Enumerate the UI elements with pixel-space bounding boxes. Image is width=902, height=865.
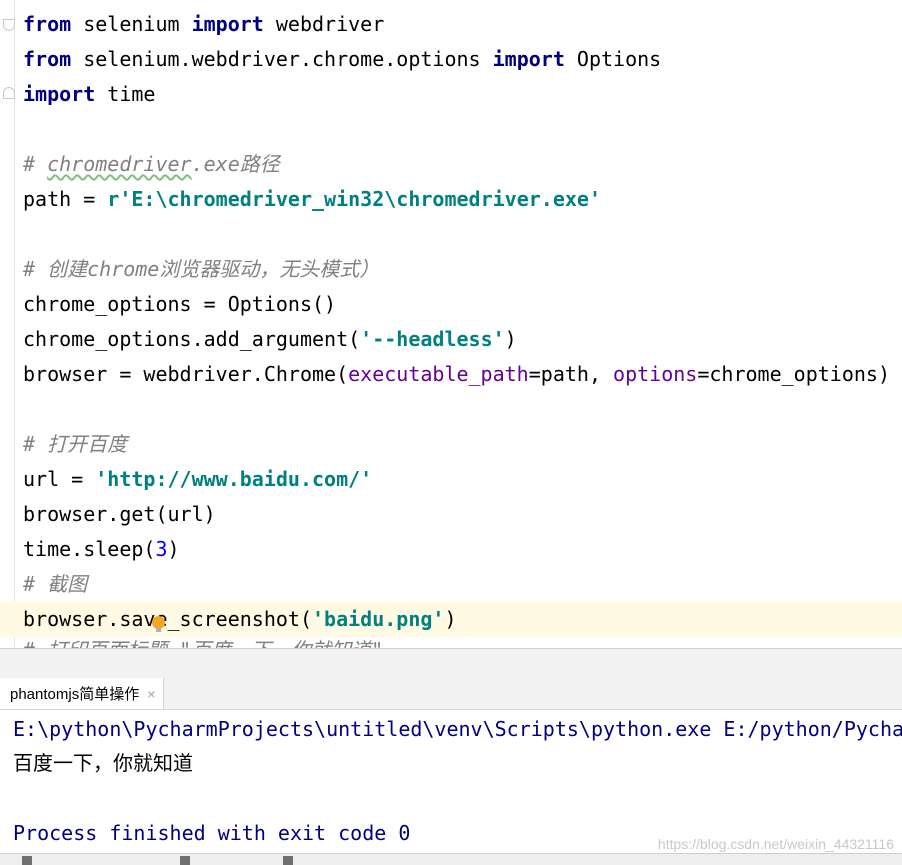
code-line-16: time.sleep(3) bbox=[23, 532, 180, 567]
comment-text: # 打印页面标题 "百度一下，你就知道" bbox=[23, 640, 383, 648]
comment-text: # 打开百度 bbox=[23, 432, 128, 456]
run-tool-window-tabs: phantomjs简单操作 × bbox=[0, 678, 902, 710]
keyword: import bbox=[191, 12, 264, 36]
code-text: browser.save_screenshot( bbox=[23, 607, 312, 631]
comment-text: # 创建chrome浏览器驱动，无头模式） bbox=[23, 257, 380, 281]
keyword: import bbox=[492, 47, 565, 71]
code-text: =chrome_options) bbox=[697, 362, 890, 386]
fold-marker-icon[interactable] bbox=[3, 19, 15, 31]
keyword: import bbox=[23, 82, 96, 106]
status-icon bbox=[22, 856, 32, 865]
code-text: chrome_options = Options() bbox=[23, 292, 337, 316]
code-text: time bbox=[95, 82, 156, 106]
status-icon bbox=[283, 856, 293, 865]
typo-marked-word: chromedriver bbox=[47, 152, 192, 176]
comment-text: # bbox=[23, 152, 48, 176]
keyword-argument: options bbox=[613, 362, 698, 386]
status-bar bbox=[0, 853, 902, 865]
watermark: https://blog.csdn.net/weixin_44321116 bbox=[657, 836, 894, 852]
string-literal: 'baidu.png' bbox=[311, 607, 445, 631]
close-icon[interactable]: × bbox=[147, 686, 155, 702]
code-text: selenium bbox=[71, 12, 192, 36]
string-literal: '--headless' bbox=[360, 327, 505, 351]
code-text: time.sleep( bbox=[23, 537, 156, 561]
code-line-15: browser.get(url) bbox=[23, 497, 216, 532]
code-text: webdriver bbox=[263, 12, 385, 36]
panel-splitter[interactable] bbox=[0, 648, 902, 678]
number-literal: 3 bbox=[155, 537, 168, 561]
status-icon bbox=[180, 856, 190, 865]
keyword: from bbox=[23, 12, 72, 36]
comment-text: # 截图 bbox=[23, 572, 88, 596]
code-editor[interactable]: from selenium import webdriver from sele… bbox=[0, 0, 902, 648]
code-line-6: path = r'E:\chromedriver_win32\chromedri… bbox=[23, 182, 601, 217]
code-text: ) bbox=[167, 537, 180, 561]
code-text: chrome_options.add_argument( bbox=[23, 327, 361, 351]
comment-text: .exe路径 bbox=[191, 152, 280, 176]
code-text: ) bbox=[504, 327, 517, 351]
code-text: =path, bbox=[528, 362, 614, 386]
string-literal: r'E:\chromedriver_win32\chromedriver.exe… bbox=[107, 187, 601, 211]
code-line-5: # chromedriver.exe路径 bbox=[23, 147, 280, 182]
keyword-argument: executable_path bbox=[348, 362, 529, 386]
code-text: ) bbox=[444, 607, 457, 631]
code-line-8: # 创建chrome浏览器驱动，无头模式） bbox=[23, 252, 379, 287]
run-tab[interactable]: phantomjs简单操作 × bbox=[0, 678, 165, 709]
run-console[interactable]: E:\python\PycharmProjects\untitled\venv\… bbox=[0, 710, 902, 853]
code-line-13: # 打开百度 bbox=[23, 427, 127, 462]
code-line-10: chrome_options.add_argument('--headless'… bbox=[23, 322, 517, 357]
code-line-14: url = 'http://www.baidu.com/' bbox=[23, 462, 372, 497]
code-line-2: from selenium.webdriver.chrome.options i… bbox=[23, 42, 661, 77]
code-line-9: chrome_options = Options() bbox=[23, 287, 336, 322]
fold-marker-icon[interactable] bbox=[3, 87, 15, 99]
code-text: url = bbox=[23, 467, 96, 491]
console-output-line: 百度一下，你就知道 bbox=[13, 751, 193, 775]
keyword: from bbox=[23, 47, 72, 71]
console-command-line: E:\python\PycharmProjects\untitled\venv\… bbox=[13, 717, 902, 741]
code-line-11: browser = webdriver.Chrome(executable_pa… bbox=[23, 357, 890, 392]
code-line-19-partial: # 打印页面标题 "百度一下，你就知道" bbox=[23, 640, 383, 648]
code-line-1: from selenium import webdriver bbox=[23, 7, 384, 42]
code-text: selenium.webdriver.chrome.options bbox=[71, 47, 493, 71]
code-line-18: browser.save_screenshot('baidu.png') bbox=[23, 602, 456, 637]
code-text: browser.get(url) bbox=[23, 502, 216, 526]
code-line-3: import time bbox=[23, 77, 155, 112]
run-tab-label: phantomjs简单操作 bbox=[10, 686, 140, 703]
console-exit-line: Process finished with exit code 0 bbox=[13, 821, 411, 845]
lightbulb-base bbox=[156, 628, 161, 632]
code-text: path = bbox=[23, 187, 108, 211]
code-text: browser = webdriver.Chrome( bbox=[23, 362, 349, 386]
string-literal: 'http://www.baidu.com/' bbox=[95, 467, 373, 491]
code-text: Options bbox=[564, 47, 662, 71]
code-line-17: # 截图 bbox=[23, 567, 87, 602]
